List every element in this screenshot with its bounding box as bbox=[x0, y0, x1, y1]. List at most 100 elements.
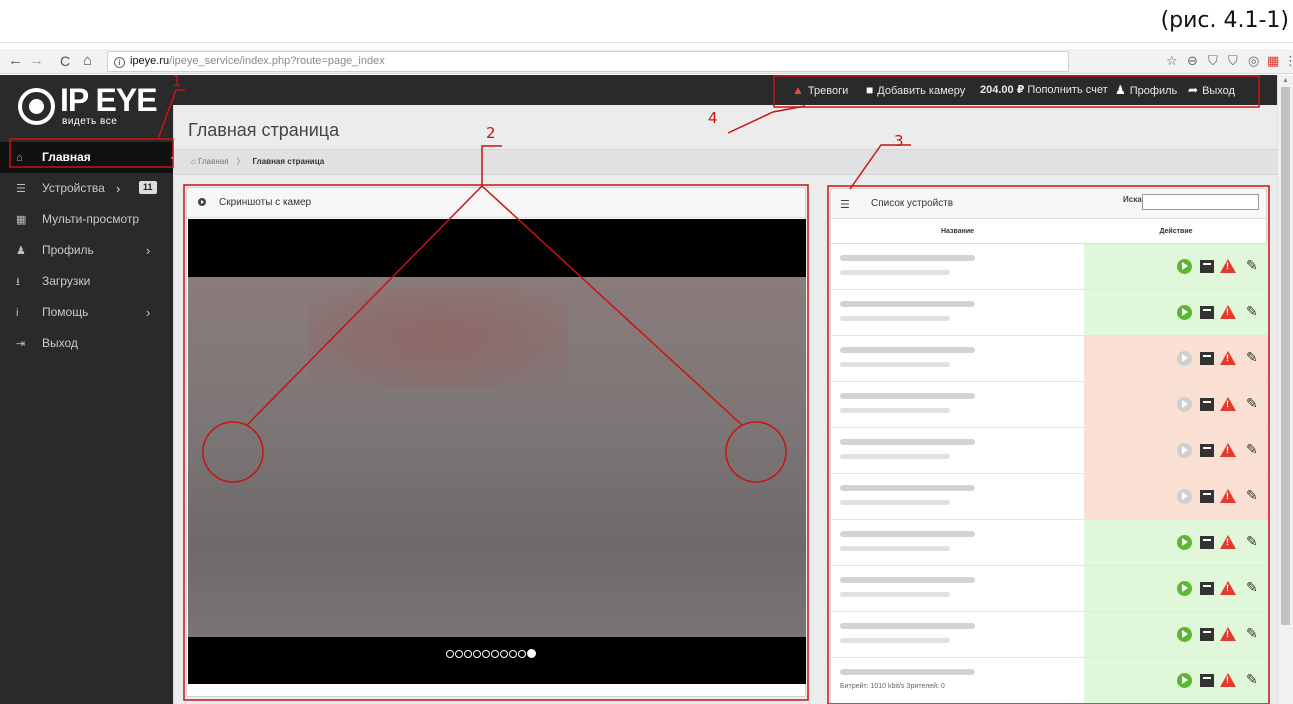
sidebar-item-devices[interactable]: ☰ Устройства › 11 bbox=[0, 173, 177, 204]
address-bar[interactable]: i ipeye.ru/ipeye_service/index.php?route=… bbox=[107, 51, 1069, 72]
archive-icon[interactable] bbox=[1200, 628, 1214, 641]
edit-pencil-icon[interactable]: ✎ bbox=[1246, 626, 1261, 641]
reload-icon[interactable]: C bbox=[60, 52, 70, 70]
archive-icon[interactable] bbox=[1200, 490, 1214, 503]
slider-dot[interactable] bbox=[464, 649, 472, 658]
edit-pencil-icon[interactable]: ✎ bbox=[1246, 350, 1261, 365]
shield-icon[interactable]: ⛉ bbox=[1208, 53, 1218, 69]
logo[interactable]: IP EYE видеть все bbox=[18, 82, 158, 129]
device-name-redacted[interactable] bbox=[840, 577, 975, 583]
scrollbar[interactable]: ▲ bbox=[1277, 75, 1293, 704]
edit-pencil-icon[interactable]: ✎ bbox=[1246, 580, 1261, 595]
home-icon[interactable]: ⌂ bbox=[83, 52, 92, 70]
device-name-redacted[interactable] bbox=[840, 255, 975, 261]
sidebar-item-downloads[interactable]: ⭳ Загрузки bbox=[0, 266, 177, 297]
scrollbar-thumb[interactable] bbox=[1281, 87, 1290, 625]
logout-button[interactable]: ➦ Выход bbox=[1188, 75, 1235, 105]
archive-icon[interactable] bbox=[1200, 536, 1214, 549]
extension-icon[interactable]: ▦ bbox=[1267, 53, 1279, 69]
device-stats-redacted bbox=[840, 592, 950, 597]
device-name-redacted[interactable] bbox=[840, 531, 975, 537]
search-input[interactable] bbox=[1142, 194, 1259, 210]
back-icon[interactable]: ← bbox=[8, 52, 23, 70]
camera-screenshot-slider[interactable] bbox=[188, 219, 806, 684]
balance-topup-button[interactable]: 204.00 ₽ Пополнить счет bbox=[980, 75, 1108, 105]
alarm-icon[interactable] bbox=[1220, 443, 1236, 457]
logout-icon: ⇥ bbox=[16, 338, 26, 350]
alarm-icon[interactable] bbox=[1220, 305, 1236, 319]
alarm-icon[interactable] bbox=[1220, 673, 1236, 687]
profile-button[interactable]: ♟ Профиль bbox=[1115, 75, 1177, 105]
sidebar-item-logout[interactable]: ⇥ Выход bbox=[0, 328, 177, 359]
breadcrumb-home[interactable]: Главная bbox=[198, 157, 228, 166]
bookmark-star-icon[interactable]: ☆ bbox=[1166, 53, 1178, 69]
edit-pencil-icon[interactable]: ✎ bbox=[1246, 488, 1261, 503]
archive-icon[interactable] bbox=[1200, 352, 1214, 365]
sidebar-item-home[interactable]: ⌂ Главная bbox=[0, 142, 177, 173]
chevron-right-icon: › bbox=[116, 181, 121, 196]
slider-dot[interactable] bbox=[482, 649, 490, 658]
slider-dot[interactable] bbox=[455, 649, 463, 658]
alarm-icon[interactable] bbox=[1220, 581, 1236, 595]
slider-dot[interactable] bbox=[509, 649, 517, 658]
play-icon[interactable] bbox=[1177, 397, 1192, 412]
column-header-name[interactable]: Название bbox=[831, 220, 1084, 244]
slider-dot[interactable] bbox=[446, 649, 454, 658]
play-circle-icon bbox=[198, 198, 206, 206]
edit-pencil-icon[interactable]: ✎ bbox=[1246, 672, 1261, 687]
device-name-redacted[interactable] bbox=[840, 485, 975, 491]
archive-icon[interactable] bbox=[1200, 260, 1214, 273]
archive-icon[interactable] bbox=[1200, 306, 1214, 319]
scroll-up-icon[interactable]: ▲ bbox=[1282, 77, 1289, 84]
device-name-redacted[interactable] bbox=[840, 669, 975, 675]
device-name-redacted[interactable] bbox=[840, 623, 975, 629]
slider-dot[interactable] bbox=[500, 649, 508, 658]
alarm-icon[interactable] bbox=[1220, 489, 1236, 503]
play-icon[interactable] bbox=[1177, 351, 1192, 366]
play-icon[interactable] bbox=[1177, 581, 1192, 596]
alarm-icon[interactable] bbox=[1220, 351, 1236, 365]
edit-pencil-icon[interactable]: ✎ bbox=[1246, 534, 1261, 549]
edit-pencil-icon[interactable]: ✎ bbox=[1246, 396, 1261, 411]
device-actions: ✎ bbox=[1084, 244, 1268, 289]
slider-dot[interactable] bbox=[491, 649, 499, 658]
play-icon[interactable] bbox=[1177, 443, 1192, 458]
add-camera-button[interactable]: ■ Добавить камеру bbox=[866, 75, 965, 105]
device-name-redacted[interactable] bbox=[840, 393, 975, 399]
alarm-icon[interactable] bbox=[1220, 535, 1236, 549]
column-header-action: Действие bbox=[1159, 228, 1193, 235]
play-icon[interactable] bbox=[1177, 489, 1192, 504]
slider-dot[interactable] bbox=[473, 649, 481, 658]
device-name-redacted[interactable] bbox=[840, 347, 975, 353]
slider-dot[interactable] bbox=[527, 649, 536, 659]
play-icon[interactable] bbox=[1177, 627, 1192, 642]
alarms-button[interactable]: ▲ Тревоги bbox=[792, 75, 848, 105]
slider-dot[interactable] bbox=[518, 649, 526, 658]
sidebar-item-profile[interactable]: ♟ Профиль › bbox=[0, 235, 177, 266]
extension-icon[interactable]: ⊖ bbox=[1187, 53, 1198, 69]
play-icon[interactable] bbox=[1177, 535, 1192, 550]
edit-pencil-icon[interactable]: ✎ bbox=[1246, 304, 1261, 319]
info-icon[interactable]: i bbox=[114, 57, 125, 68]
alarm-icon[interactable] bbox=[1220, 259, 1236, 273]
edit-pencil-icon[interactable]: ✎ bbox=[1246, 442, 1261, 457]
play-icon[interactable] bbox=[1177, 259, 1192, 274]
archive-icon[interactable] bbox=[1200, 674, 1214, 687]
archive-icon[interactable] bbox=[1200, 444, 1214, 457]
shield-icon[interactable]: ⛉ bbox=[1228, 53, 1238, 69]
alarm-icon[interactable] bbox=[1220, 627, 1236, 641]
archive-icon[interactable] bbox=[1200, 582, 1214, 595]
menu-icon[interactable]: ⋮ bbox=[1284, 53, 1293, 69]
extension-icon[interactable]: ◎ bbox=[1248, 53, 1259, 69]
forward-icon[interactable]: → bbox=[29, 52, 44, 70]
sidebar-item-multiview[interactable]: ▦ Мульти-просмотр bbox=[0, 204, 177, 235]
device-name-redacted[interactable] bbox=[840, 301, 975, 307]
alarm-icon[interactable] bbox=[1220, 397, 1236, 411]
play-icon[interactable] bbox=[1177, 673, 1192, 688]
sidebar-item-help[interactable]: i Помощь › bbox=[0, 297, 177, 328]
edit-pencil-icon[interactable]: ✎ bbox=[1246, 258, 1261, 273]
play-icon[interactable] bbox=[1177, 305, 1192, 320]
top-navbar: ▲ Тревоги ■ Добавить камеру 204.00 ₽ Попол… bbox=[177, 75, 1277, 105]
archive-icon[interactable] bbox=[1200, 398, 1214, 411]
device-name-redacted[interactable] bbox=[840, 439, 975, 445]
